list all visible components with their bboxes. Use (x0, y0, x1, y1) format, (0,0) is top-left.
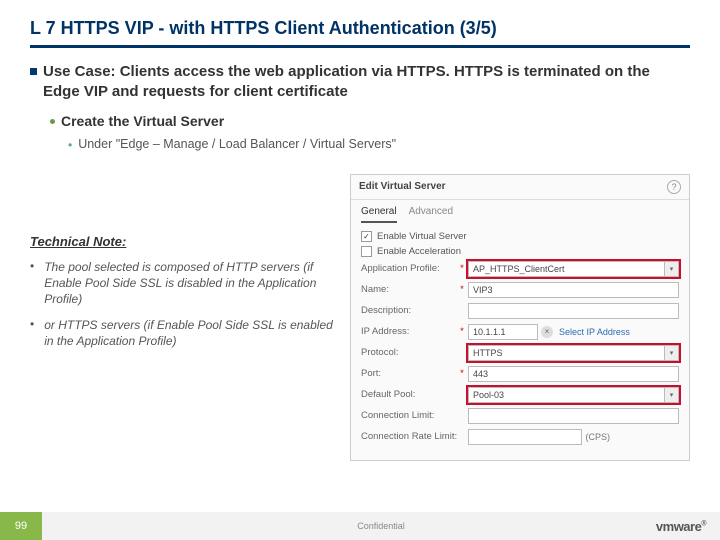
required-marker: * (459, 326, 465, 337)
required-marker: * (459, 263, 465, 274)
page-number: 99 (0, 512, 42, 540)
name-input[interactable]: VIP3 (468, 282, 679, 298)
protocol-dropdown[interactable]: HTTPS ▾ (468, 345, 679, 361)
slide-footer: 99 Confidential vmware® (0, 512, 720, 540)
bullet-small: • (68, 138, 72, 152)
app-profile-dropdown[interactable]: AP_HTTPS_ClientCert ▾ (468, 261, 679, 277)
note-2: or HTTPS servers (if Enable Pool Side SS… (44, 317, 340, 349)
description-label: Description: (361, 305, 459, 316)
enable-virtual-server-checkbox[interactable]: ✓ (361, 231, 372, 242)
conn-rate-input[interactable] (468, 429, 582, 445)
enable-acceleration-checkbox[interactable] (361, 246, 372, 257)
protocol-label: Protocol: (361, 347, 459, 358)
app-profile-label: Application Profile: (361, 263, 459, 274)
cps-suffix: (CPS) (586, 432, 611, 442)
tab-advanced[interactable]: Advanced (409, 206, 453, 223)
required-marker: * (459, 284, 465, 295)
default-pool-value: Pool-03 (473, 390, 504, 400)
note-1: The pool selected is composed of HTTP se… (44, 259, 340, 308)
note-bullet: • (30, 259, 34, 308)
dialog-title: Edit Virtual Server (359, 181, 446, 192)
clear-icon[interactable]: × (541, 326, 553, 338)
confidential-label: Confidential (357, 521, 405, 531)
port-input[interactable]: 443 (468, 366, 679, 382)
bullet-square (30, 68, 37, 75)
enable-vs-label: Enable Virtual Server (377, 231, 467, 242)
description-input[interactable] (468, 303, 679, 319)
name-value: VIP3 (473, 285, 493, 295)
conn-rate-label: Connection Rate Limit: (361, 431, 459, 442)
sub1-text: Create the Virtual Server (61, 113, 224, 129)
chevron-down-icon[interactable]: ▾ (664, 388, 678, 402)
protocol-value: HTTPS (473, 348, 503, 358)
note-bullet: • (30, 317, 34, 349)
port-label: Port: (361, 368, 459, 379)
ip-address-input[interactable]: 10.1.1.1 (468, 324, 538, 340)
usecase-text: Use Case: Clients access the web applica… (43, 62, 690, 103)
technical-note-heading: Technical Note: (30, 234, 340, 249)
select-ip-link[interactable]: Select IP Address (559, 327, 630, 337)
title-underline (30, 45, 690, 48)
default-pool-dropdown[interactable]: Pool-03 ▾ (468, 387, 679, 403)
help-icon[interactable]: ? (667, 180, 681, 194)
enable-accel-label: Enable Acceleration (377, 246, 461, 257)
vmware-logo: vmware® (656, 519, 706, 534)
name-label: Name: (361, 284, 459, 295)
required-marker: * (459, 368, 465, 379)
ip-address-label: IP Address: (361, 326, 459, 337)
tab-general[interactable]: General (361, 206, 397, 223)
app-profile-value: AP_HTTPS_ClientCert (473, 264, 565, 274)
slide-title: L 7 HTTPS VIP - with HTTPS Client Authen… (30, 18, 690, 45)
chevron-down-icon[interactable]: ▾ (664, 262, 678, 276)
conn-limit-label: Connection Limit: (361, 410, 459, 421)
default-pool-label: Default Pool: (361, 389, 459, 400)
conn-limit-input[interactable] (468, 408, 679, 424)
port-value: 443 (473, 369, 488, 379)
edit-virtual-server-dialog: Edit Virtual Server ? General Advanced ✓… (350, 174, 690, 461)
ip-address-value: 10.1.1.1 (473, 327, 506, 337)
bullet-dot (50, 119, 55, 124)
sub2-text: Under "Edge – Manage / Load Balancer / V… (78, 137, 396, 152)
chevron-down-icon[interactable]: ▾ (664, 346, 678, 360)
